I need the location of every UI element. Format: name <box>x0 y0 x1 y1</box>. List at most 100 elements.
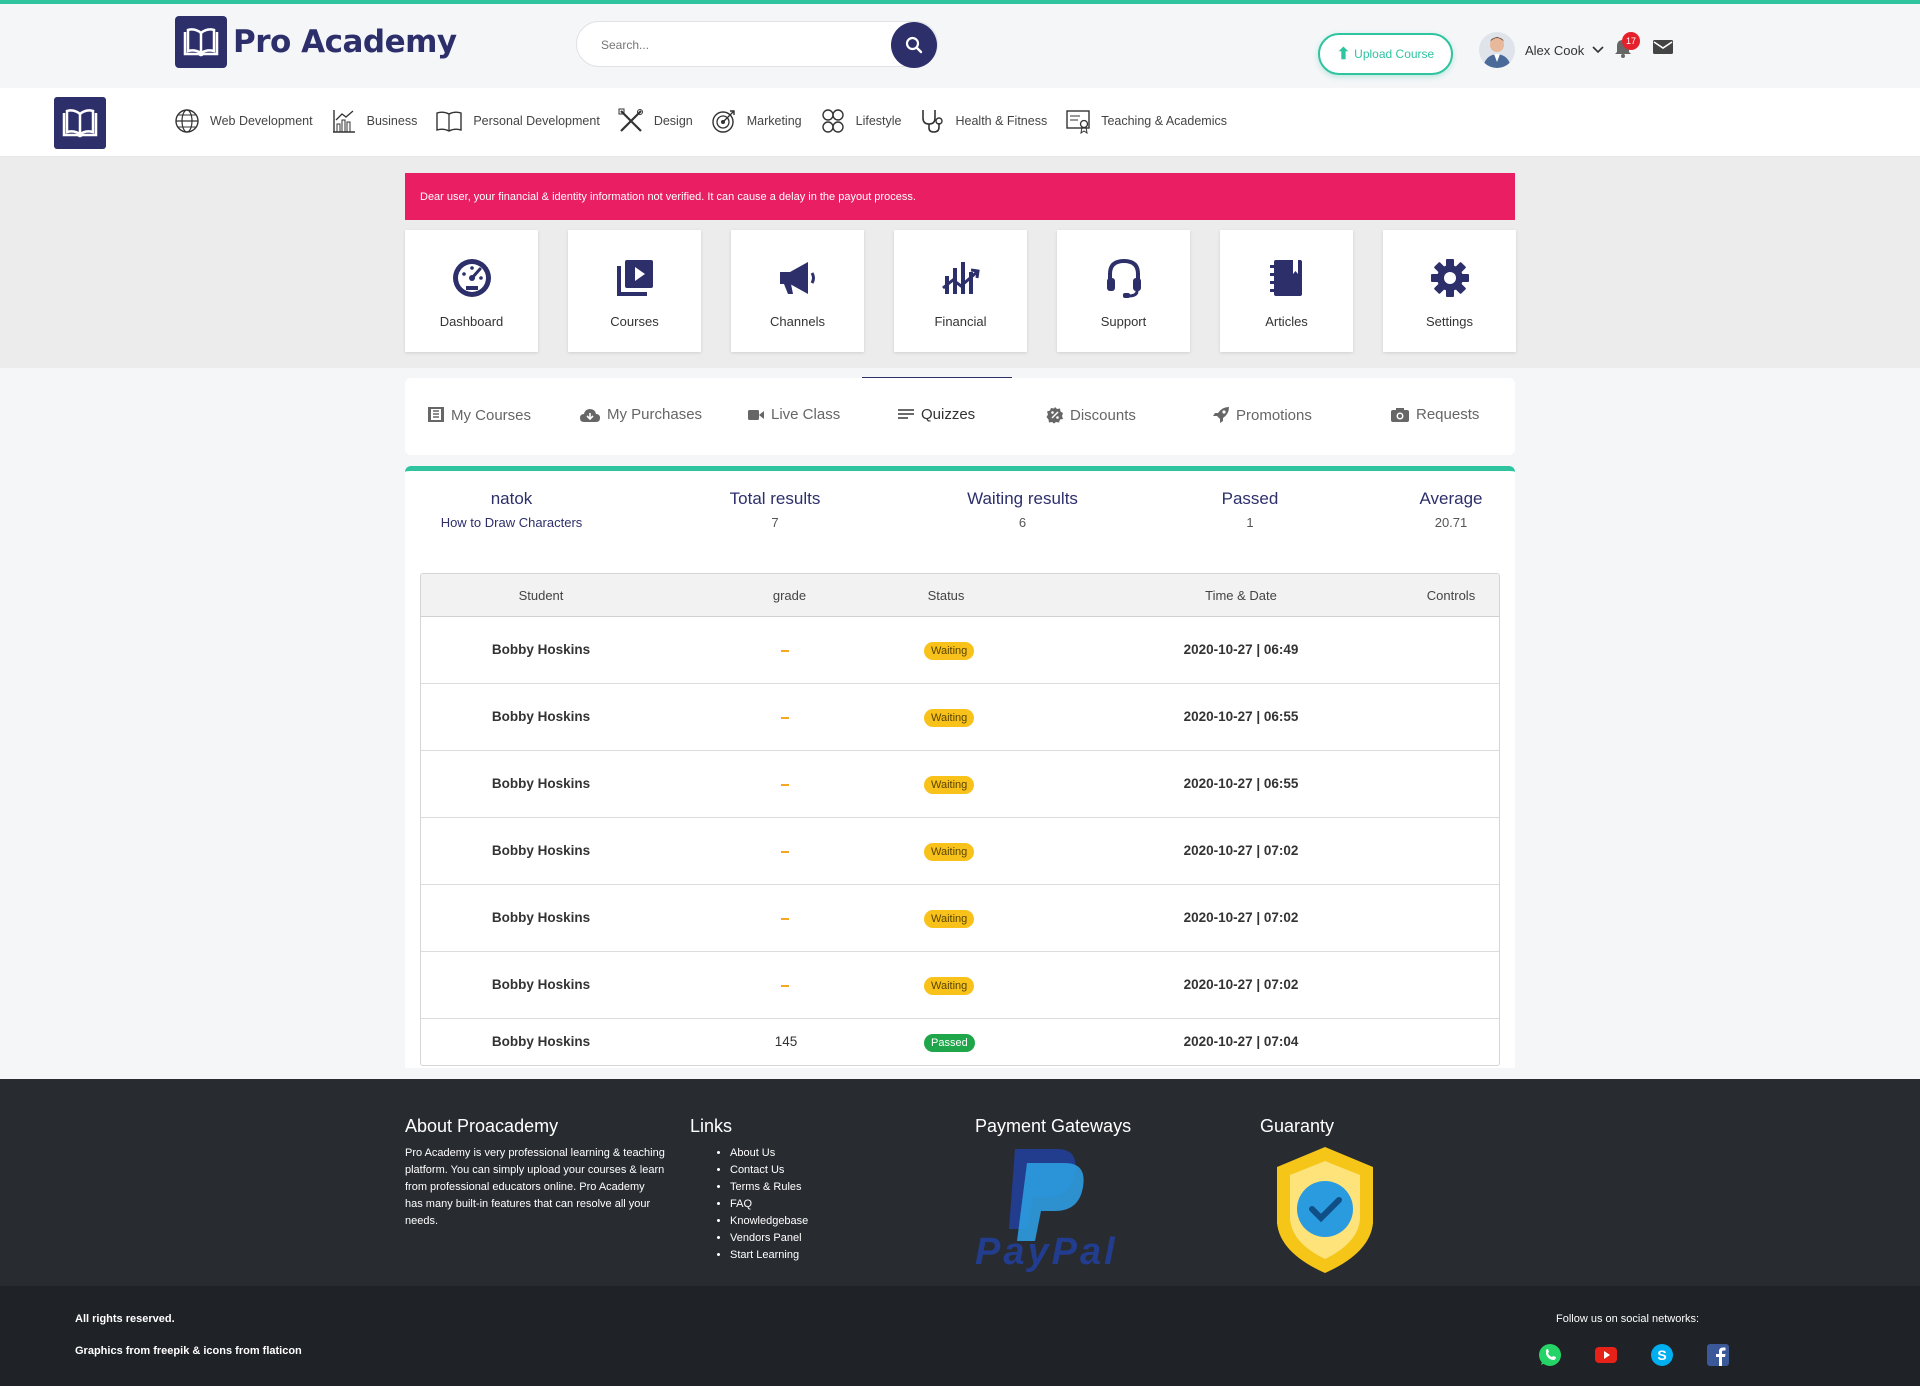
tab-label: My Courses <box>451 406 532 424</box>
footer-link-knowledgebase[interactable]: Knowledgebase <box>730 1213 808 1230</box>
tab-label: Requests <box>1416 406 1480 423</box>
student-name: Bobby Hoskins <box>491 642 591 657</box>
sub-tabs: My Courses My Purchases Live Class Quizz… <box>405 378 1515 455</box>
user-menu[interactable]: Alex Cook <box>1479 32 1604 68</box>
empty-grade-dash <box>781 851 789 853</box>
gear-icon <box>1428 254 1472 302</box>
grade-value: 145 <box>774 1034 798 1049</box>
status-badge: Waiting <box>924 977 975 995</box>
footer-payment: Payment Gateways PayPal <box>975 1116 1131 1275</box>
empty-grade-dash <box>781 918 789 920</box>
footer <box>0 1079 1920 1286</box>
tab-quizzes[interactable]: Quizzes <box>897 406 975 423</box>
follow-us-text: Follow us on social networks: <box>1556 1313 1700 1325</box>
svg-text:S: S <box>1657 1347 1666 1363</box>
stat-value: 7 <box>771 515 779 530</box>
site-logo[interactable]: Pro Academy <box>175 16 457 68</box>
column-grade: grade <box>772 588 807 603</box>
student-name: Bobby Hoskins <box>491 977 591 992</box>
empty-grade-dash <box>781 650 789 652</box>
category-marketing[interactable]: Marketing <box>711 108 802 134</box>
book-logo-icon[interactable] <box>54 97 106 149</box>
tile-channels[interactable]: Channels <box>731 230 864 352</box>
stat-label: Passed <box>1221 489 1279 508</box>
status-badge: Waiting <box>924 776 975 794</box>
tab-live-class[interactable]: Live Class <box>747 406 840 423</box>
category-lifestyle[interactable]: Lifestyle <box>820 108 902 134</box>
category-business[interactable]: Business <box>331 108 417 134</box>
category-nav: Web Development Business Personal Develo… <box>0 88 1920 157</box>
tile-label: Support <box>1100 313 1147 329</box>
notification-count-badge: 17 <box>1622 32 1640 50</box>
quiz-info: natok How to Draw Characters <box>420 489 603 530</box>
tab-discounts[interactable]: Discounts <box>1046 406 1136 424</box>
whatsapp-icon[interactable] <box>1538 1343 1562 1367</box>
tile-financial[interactable]: Financial <box>894 230 1027 352</box>
average-stat: Average 20.71 <box>1401 489 1501 530</box>
footer-link-contact[interactable]: Contact Us <box>730 1162 808 1179</box>
credits-text: Graphics from freepik & icons from flati… <box>75 1345 302 1357</box>
footer-link-start-learning[interactable]: Start Learning <box>730 1247 808 1264</box>
footer-link-about[interactable]: About Us <box>730 1145 808 1162</box>
tab-label: Promotions <box>1236 406 1312 424</box>
search-button[interactable] <box>891 22 937 68</box>
tab-my-courses[interactable]: My Courses <box>427 406 531 424</box>
copyright-text: All rights reserved. <box>75 1313 175 1325</box>
courses-icon <box>428 407 444 422</box>
category-label: Web Development <box>210 114 313 128</box>
footer-link-faq[interactable]: FAQ <box>730 1196 808 1213</box>
tile-dashboard[interactable]: Dashboard <box>405 230 538 352</box>
footer-link-terms[interactable]: Terms & Rules <box>730 1179 808 1196</box>
status-badge: Waiting <box>924 709 975 727</box>
design-tools-icon <box>618 108 643 132</box>
stethoscope-icon <box>922 110 944 133</box>
avatar <box>1479 32 1515 68</box>
tile-articles[interactable]: Articles <box>1220 230 1353 352</box>
category-label: Design <box>653 114 693 128</box>
tile-support[interactable]: Support <box>1057 230 1190 352</box>
footer-about-title: About Proacademy <box>405 1116 559 1136</box>
tab-label: Discounts <box>1070 406 1136 424</box>
tile-settings[interactable]: Settings <box>1383 230 1516 352</box>
tile-courses[interactable]: Courses <box>568 230 701 352</box>
footer-link-vendors[interactable]: Vendors Panel <box>730 1230 808 1247</box>
tile-label: Dashboard <box>439 313 504 329</box>
category-web-development[interactable]: Web Development <box>174 108 313 134</box>
dashboard-tiles: Dashboard Courses Channels Financial Sup… <box>405 230 1516 352</box>
tile-label: Financial <box>934 313 987 329</box>
column-controls: Controls <box>1426 588 1476 603</box>
search-icon <box>905 36 923 54</box>
upload-arrow-icon: ⬆ <box>1336 46 1351 63</box>
student-name: Bobby Hoskins <box>491 709 591 724</box>
headset-icon <box>1102 254 1146 302</box>
category-personal-development[interactable]: Personal Development <box>435 109 600 133</box>
skype-icon[interactable]: S <box>1650 1343 1674 1367</box>
category-label: Lifestyle <box>855 114 902 128</box>
column-datetime: Time & Date <box>1205 588 1277 603</box>
category-health-fitness[interactable]: Health & Fitness <box>919 108 1047 134</box>
result-datetime: 2020-10-27 | 06:55 <box>1183 776 1299 791</box>
category-design[interactable]: Design <box>618 108 693 134</box>
facebook-icon[interactable] <box>1706 1343 1730 1367</box>
book-icon <box>436 111 463 132</box>
paypal-text: PayPal <box>975 1231 1118 1273</box>
footer-links-title: Links <box>690 1116 733 1136</box>
empty-grade-dash <box>781 784 789 786</box>
table-row: Bobby Hoskins Waiting 2020-10-27 | 07:02 <box>421 952 1499 1019</box>
table-row: Bobby Hoskins Waiting 2020-10-27 | 07:02 <box>421 885 1499 952</box>
search-input[interactable] <box>601 34 861 56</box>
speedometer-icon <box>450 254 494 302</box>
footer-bottom-bar <box>0 1286 1920 1386</box>
tab-my-purchases[interactable]: My Purchases <box>579 406 702 423</box>
stat-value: 20.71 <box>1434 515 1468 530</box>
mail-icon[interactable] <box>1652 38 1674 61</box>
youtube-icon[interactable] <box>1594 1343 1618 1367</box>
results-table: Student grade Status Time & Date Control… <box>420 573 1500 1066</box>
table-row: Bobby Hoskins Waiting 2020-10-27 | 06:49 <box>421 617 1499 684</box>
category-teaching-academics[interactable]: Teaching & Academics <box>1065 108 1227 134</box>
quiz-course[interactable]: How to Draw Characters <box>420 515 603 530</box>
tab-promotions[interactable]: Promotions <box>1212 406 1312 424</box>
upload-course-button[interactable]: ⬆ Upload Course <box>1318 33 1453 75</box>
guaranty-shield-icon <box>1277 1147 1373 1273</box>
tab-requests[interactable]: Requests <box>1390 406 1479 423</box>
